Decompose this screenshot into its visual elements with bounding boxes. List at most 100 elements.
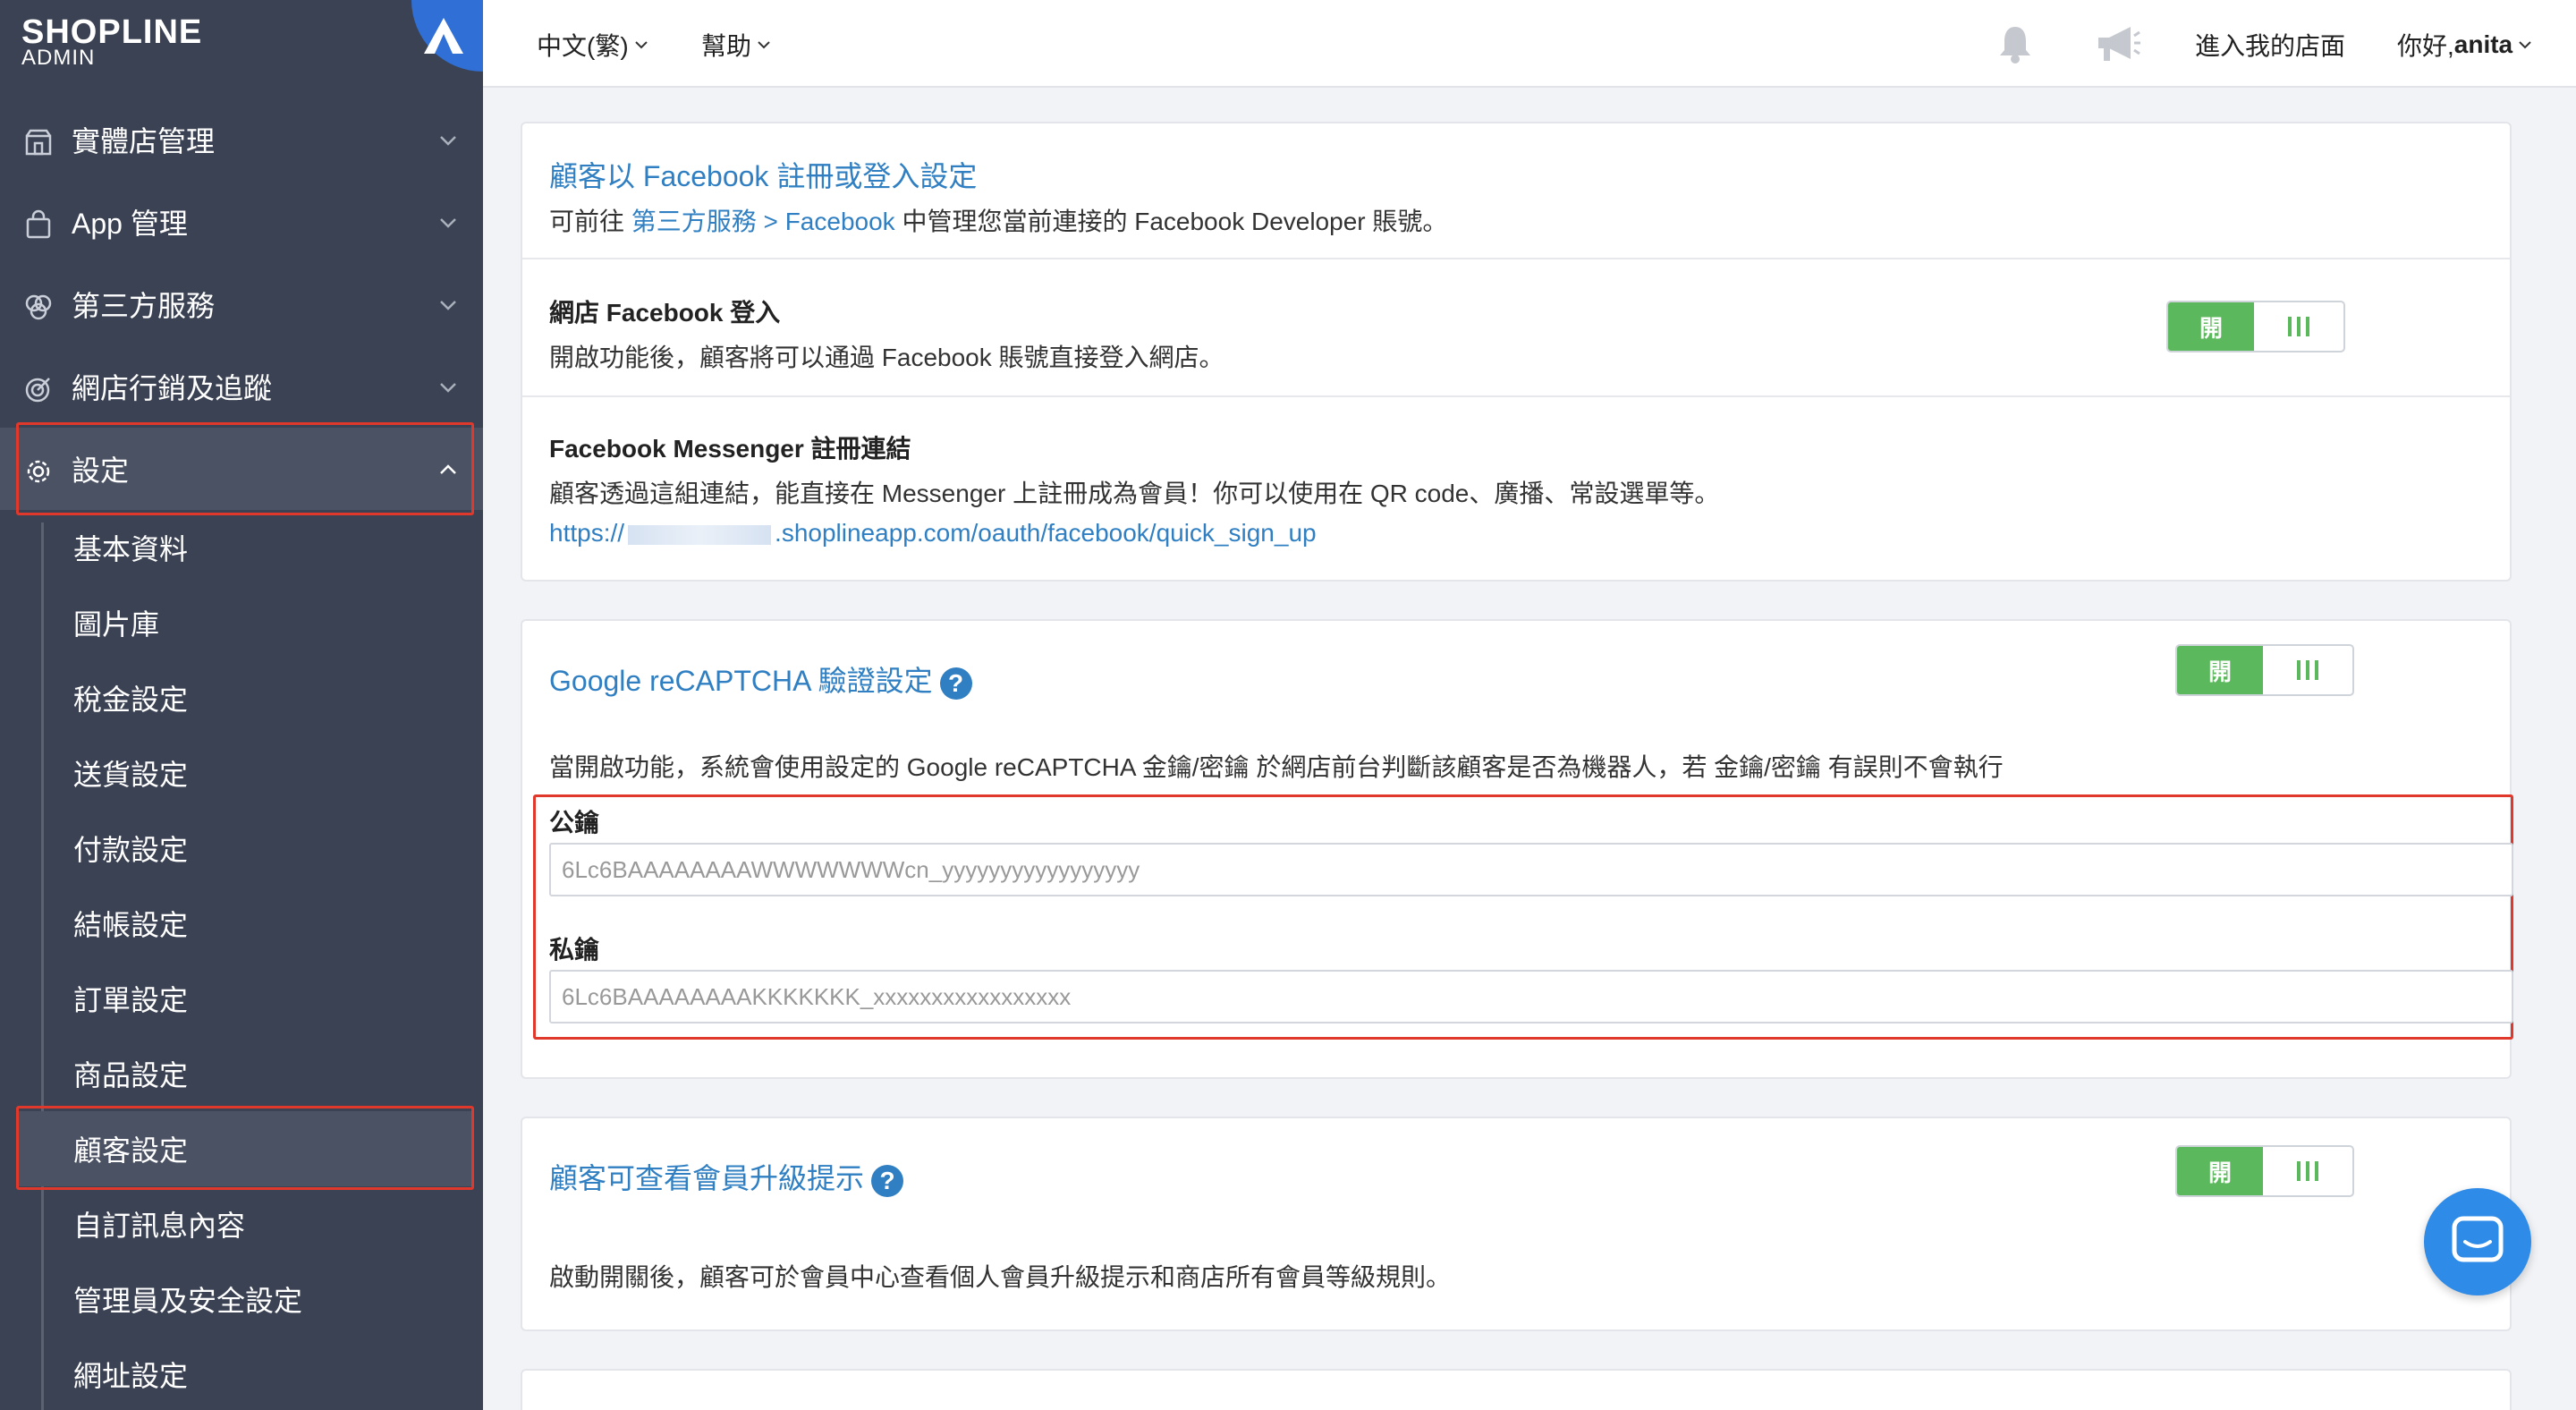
- chevron-up-icon: [440, 464, 456, 474]
- store-icon: [25, 129, 52, 156]
- sidebar-sub-label: 結帳設定: [73, 909, 189, 941]
- chevron-down-icon: [2519, 41, 2531, 49]
- chevron-down-icon: [440, 383, 456, 393]
- sidebar-item-app[interactable]: App 管理: [0, 181, 483, 263]
- help-icon[interactable]: ?: [939, 667, 972, 700]
- facebook-settings-card: 顧客以 Facebook 註冊或登入設定 可前往 第三方服務 > Faceboo…: [521, 122, 2512, 582]
- recaptcha-title-row: Google reCAPTCHA 驗證設定?: [549, 658, 972, 700]
- sidebar-item-label: 設定: [72, 454, 130, 487]
- sidebar-item-label: App 管理: [72, 208, 188, 240]
- third-party-facebook-link[interactable]: 第三方服務 > Facebook: [631, 208, 895, 235]
- facebook-login-title: 網店 Facebook 登入: [549, 299, 781, 327]
- brand-mark-icon: [411, 0, 483, 72]
- sidebar-sub-label: 訂單設定: [73, 984, 189, 1016]
- divider: [522, 395, 2510, 397]
- user-dropdown[interactable]: 你好, anita: [2397, 27, 2532, 63]
- sidebar-sub-customer[interactable]: 顧客設定: [16, 1111, 474, 1186]
- sidebar-item-settings[interactable]: 設定: [0, 428, 483, 510]
- sidebar-sub-label: 基本資料: [73, 533, 189, 565]
- sidebar-sub-tax[interactable]: 稅金設定: [16, 660, 474, 735]
- public-key-input[interactable]: [549, 843, 2513, 896]
- messenger-link-title: Facebook Messenger 註冊連結: [549, 435, 911, 463]
- recaptcha-title: Google reCAPTCHA 驗證設定: [549, 665, 933, 697]
- toggle-on-label: 開: [2168, 302, 2254, 351]
- chevron-down-icon: [440, 136, 456, 146]
- sidebar-item-label: 實體店管理: [72, 125, 216, 157]
- toggle-handle-icon: [2263, 1147, 2352, 1195]
- toggle-on-label: 開: [2177, 646, 2263, 694]
- toggle-handle-icon: [2254, 302, 2343, 351]
- member-upgrade-card: 顧客可查看會員升級提示? 開 啟動開關後，顧客可於會員中心查看個人會員升級提示和…: [521, 1117, 2512, 1331]
- visit-store-link[interactable]: 進入我的店面: [2195, 27, 2345, 63]
- chat-button[interactable]: [2424, 1188, 2531, 1295]
- sidebar-sub-product[interactable]: 商品設定: [16, 1036, 474, 1111]
- sidebar-sub-payment[interactable]: 付款設定: [16, 811, 474, 886]
- messenger-signup-url[interactable]: https:// .shoplineapp.com/oauth/facebook/…: [549, 519, 1317, 548]
- member-upgrade-title-row: 顧客可查看會員升級提示?: [549, 1156, 904, 1197]
- shopline-logo[interactable]: SHOPLINE ADMIN: [21, 13, 202, 70]
- greeting-label: 你好,: [2397, 32, 2454, 60]
- sidebar-item-store[interactable]: 實體店管理: [0, 98, 483, 181]
- gear-icon: [27, 460, 50, 483]
- recaptcha-toggle[interactable]: 開: [2175, 644, 2354, 696]
- divider: [522, 258, 2510, 259]
- chevron-down-icon: [440, 301, 456, 310]
- public-key-label: 公鑰: [549, 809, 600, 837]
- sidebar-sub-label: 稅金設定: [73, 684, 189, 716]
- sidebar-sub-basic-info[interactable]: 基本資料: [16, 510, 474, 585]
- sidebar-item-label: 第三方服務: [72, 290, 216, 322]
- megaphone-icon[interactable]: [2095, 25, 2141, 64]
- sidebar-sub-messages[interactable]: 自訂訊息內容: [16, 1186, 474, 1261]
- desc-prefix: 可前往: [549, 208, 631, 235]
- help-icon[interactable]: ?: [871, 1164, 904, 1197]
- url-prefix: https://: [549, 519, 625, 547]
- sidebar-item-label: 網店行銷及追蹤: [72, 372, 273, 404]
- sidebar-sub-label: 付款設定: [73, 834, 189, 866]
- chevron-down-icon: [634, 41, 648, 49]
- facebook-settings-title: 顧客以 Facebook 註冊或登入設定: [549, 160, 978, 192]
- chevron-down-icon: [758, 41, 770, 49]
- sidebar-item-third-party[interactable]: 第三方服務: [0, 263, 483, 345]
- bell-icon[interactable]: [1995, 23, 2036, 64]
- sidebar-sub-label: 顧客設定: [73, 1134, 189, 1167]
- main-content: 顧客以 Facebook 註冊或登入設定 可前往 第三方服務 > Faceboo…: [483, 88, 2576, 1410]
- sidebar-sub-delivery[interactable]: 送貨設定: [16, 735, 474, 811]
- shopping-bag-icon: [26, 209, 51, 239]
- toggle-handle-icon: [2263, 646, 2352, 694]
- sidebar-sub-label: 送貨設定: [73, 759, 189, 791]
- target-icon: [25, 378, 50, 403]
- chevron-down-icon: [440, 218, 456, 228]
- sidebar-item-marketing[interactable]: 網店行銷及追蹤: [0, 345, 483, 428]
- sidebar-sub-domain[interactable]: 網址設定: [16, 1337, 474, 1410]
- sidebar-sub-media[interactable]: 圖片庫: [16, 585, 474, 660]
- chat-icon: [2452, 1216, 2504, 1262]
- sidebar-sub-checkout[interactable]: 結帳設定: [16, 886, 474, 961]
- facebook-login-toggle[interactable]: 開: [2166, 301, 2345, 352]
- desc-suffix: 中管理您當前連接的 Facebook Developer 賬號。: [894, 208, 1448, 235]
- sidebar-sub-admin-security[interactable]: 管理員及安全設定: [16, 1261, 474, 1337]
- facebook-login-desc: 開啟功能後，顧客將可以通過 Facebook 賬號直接登入網店。: [549, 344, 1224, 371]
- help-dropdown[interactable]: 幫助: [701, 27, 771, 63]
- topbar: 中文(繁) 幫助 進入我的店面 你好, anita: [483, 0, 2576, 88]
- user-name: anita: [2453, 30, 2513, 58]
- circles-icon: [25, 294, 52, 320]
- language-label: 中文(繁): [537, 32, 629, 60]
- toggle-on-label: 開: [2177, 1147, 2263, 1195]
- url-suffix: .shoplineapp.com/oauth/facebook/quick_si…: [775, 519, 1317, 547]
- facebook-settings-desc: 可前往 第三方服務 > Facebook 中管理您當前連接的 Facebook …: [549, 202, 1447, 238]
- private-key-input[interactable]: [549, 970, 2513, 1024]
- member-upgrade-title: 顧客可查看會員升級提示: [549, 1162, 865, 1194]
- visit-store-label: 進入我的店面: [2195, 32, 2346, 60]
- member-upgrade-toggle[interactable]: 開: [2175, 1145, 2354, 1197]
- help-label: 幫助: [701, 32, 752, 60]
- sidebar-sub-label: 網址設定: [73, 1360, 189, 1392]
- messenger-link-desc: 顧客透過這組連結，能直接在 Messenger 上註冊成為會員！你可以使用在 Q…: [549, 480, 1720, 507]
- sidebar-sub-order[interactable]: 訂單設定: [16, 961, 474, 1036]
- language-dropdown[interactable]: 中文(繁): [537, 27, 648, 63]
- sidebar-sub-label: 管理員及安全設定: [73, 1285, 303, 1317]
- sidebar-sub-label: 圖片庫: [73, 608, 160, 641]
- redacted-domain: [628, 524, 772, 545]
- sidebar: SHOPLINE ADMIN 實體店管理 App 管理 第三方服務 網店行銷及追…: [0, 0, 483, 1410]
- next-settings-card: [521, 1369, 2512, 1410]
- recaptcha-settings-card: Google reCAPTCHA 驗證設定? 開 當開啟功能，系統會使用設定的 …: [521, 619, 2513, 1079]
